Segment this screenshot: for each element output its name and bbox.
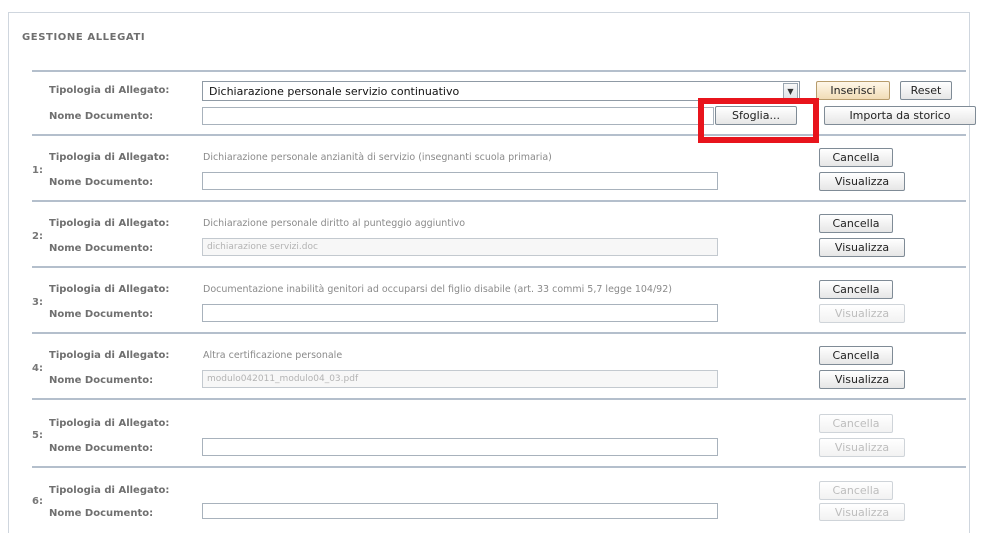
importa-storico-button[interactable]: Importa da storico (824, 106, 976, 125)
visualizza-button[interactable]: Visualizza (819, 238, 905, 257)
reset-button[interactable]: Reset (900, 81, 952, 100)
separator (32, 332, 966, 334)
tipologia-label: Tipologia di Allegato: (49, 85, 170, 96)
visualizza-button: Visualizza (819, 438, 905, 457)
row-index: 4: (32, 363, 43, 374)
document-name-field[interactable] (202, 438, 718, 456)
separator (32, 466, 966, 468)
inserisci-button[interactable]: Inserisci (816, 81, 890, 100)
document-name-field: dichiarazione servizi.doc (202, 238, 718, 256)
separator (32, 200, 966, 202)
dropdown-arrow-icon[interactable]: ▼ (783, 83, 798, 99)
tipologia-label: Tipologia di Allegato: (49, 418, 170, 429)
nome-documento-label: Nome Documento: (49, 243, 154, 254)
document-name-field[interactable] (202, 172, 718, 190)
nome-documento-label: Nome Documento: (49, 375, 154, 386)
row-index: 5: (32, 430, 43, 441)
attachment-type-value: Altra certificazione personale (203, 350, 343, 361)
cancella-button[interactable]: Cancella (819, 346, 893, 365)
cancella-button[interactable]: Cancella (819, 148, 893, 167)
visualizza-button[interactable]: Visualizza (819, 370, 905, 389)
tipologia-label: Tipologia di Allegato: (49, 218, 170, 229)
separator (32, 70, 966, 72)
nome-documento-label: Nome Documento: (49, 443, 154, 454)
nome-documento-label: Nome Documento: (49, 111, 154, 122)
separator (32, 266, 966, 268)
file-path-input[interactable] (202, 107, 714, 125)
separator (32, 398, 966, 400)
visualizza-button: Visualizza (819, 503, 905, 521)
document-name-field: modulo042011_modulo04_03.pdf (202, 370, 718, 388)
attachment-type-selected: Dichiarazione personale servizio continu… (209, 85, 460, 98)
nome-documento-label: Nome Documento: (49, 508, 154, 519)
cancella-button: Cancella (819, 481, 893, 500)
cancella-button: Cancella (819, 414, 893, 433)
attachment-type-value: Dichiarazione personale diritto al punte… (203, 218, 466, 229)
document-name-field[interactable] (202, 304, 718, 322)
cancella-button[interactable]: Cancella (819, 280, 893, 299)
visualizza-button: Visualizza (819, 304, 905, 323)
cancella-button[interactable]: Cancella (819, 214, 893, 233)
attachment-type-value: Dichiarazione personale anzianità di ser… (203, 152, 552, 163)
tipologia-label: Tipologia di Allegato: (49, 152, 170, 163)
document-name-field[interactable] (202, 503, 718, 519)
nome-documento-label: Nome Documento: (49, 309, 154, 320)
row-index: 2: (32, 231, 43, 242)
row-index: 3: (32, 297, 43, 308)
tipologia-label: Tipologia di Allegato: (49, 284, 170, 295)
tipologia-label: Tipologia di Allegato: (49, 350, 170, 361)
separator (32, 134, 966, 136)
section-title: GESTIONE ALLEGATI (22, 32, 146, 43)
attachment-type-value: Documentazione inabilità genitori ad occ… (203, 284, 672, 295)
visualizza-button[interactable]: Visualizza (819, 172, 905, 191)
row-index: 1: (32, 165, 43, 176)
nome-documento-label: Nome Documento: (49, 177, 154, 188)
highlight-box (698, 98, 819, 143)
row-index: 6: (32, 496, 43, 507)
tipologia-label: Tipologia di Allegato: (49, 485, 170, 496)
